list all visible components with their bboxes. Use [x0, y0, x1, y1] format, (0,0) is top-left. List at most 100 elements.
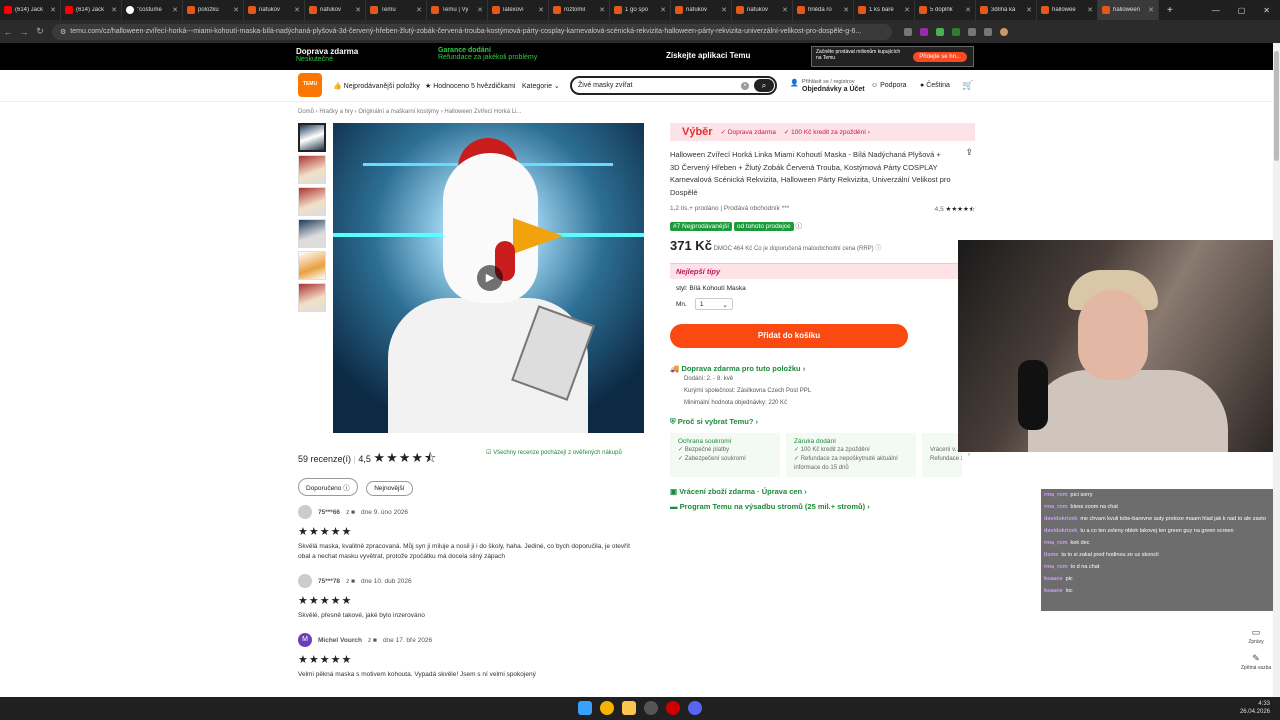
extension-icon[interactable] [904, 27, 912, 36]
extension-icon[interactable] [936, 27, 944, 36]
style-option[interactable]: styl: Bílá Kohoutí Maska [670, 279, 975, 298]
close-tab-icon[interactable]: ✕ [477, 6, 483, 14]
maximize-icon[interactable]: ▢ [1238, 6, 1246, 15]
browser-tab[interactable]: 3dílná ka ✕ [976, 0, 1037, 20]
close-tab-icon[interactable]: ✕ [599, 6, 605, 14]
browser-tab[interactable]: nafukov ✕ [671, 0, 732, 20]
close-window-icon[interactable]: ✕ [1263, 6, 1270, 15]
close-tab-icon[interactable]: ✕ [782, 6, 788, 14]
profile-avatar-icon[interactable] [1000, 27, 1008, 36]
why-temu-link[interactable]: ⛨ Proč si vybrat Temu? › [670, 417, 975, 427]
breadcrumb[interactable]: Domů › Hračky a hry › Originální a maška… [298, 109, 521, 115]
browser-tab[interactable]: (614) Jack ✕ [61, 0, 122, 20]
close-tab-icon[interactable]: ✕ [843, 6, 849, 14]
extension-icon[interactable] [984, 27, 992, 36]
url-field[interactable]: ⚙ temu.com/cz/halloween-zvířecí-horká---… [52, 23, 892, 40]
windows-start-icon[interactable] [578, 701, 592, 715]
extension-icon[interactable] [968, 27, 976, 36]
play-icon[interactable]: ▶ [477, 265, 503, 291]
language-link[interactable]: ● Čeština [920, 82, 950, 89]
browser-tab[interactable]: položku ✕ [183, 0, 244, 20]
thumbnail[interactable] [298, 251, 326, 280]
filter-recommended[interactable]: Doporučeno ⓘ [298, 478, 358, 496]
messages-button[interactable]: ▭ Zprávy [1240, 628, 1272, 646]
share-icon[interactable]: ⇪ [965, 147, 973, 158]
free-returns-link[interactable]: ▣ Vrácení zboží zdarma · Úprava cen › [670, 487, 975, 496]
free-shipping-link[interactable]: 🚚 Doprava zdarma pro tuto položku › [670, 364, 975, 373]
tree-program-link[interactable]: ▬ Program Temu na výsadbu stromů (25 mil… [670, 502, 975, 511]
extension-icon[interactable] [920, 27, 928, 36]
app-icon[interactable] [644, 701, 658, 715]
close-tab-icon[interactable]: ✕ [1026, 6, 1032, 14]
browser-tab[interactable]: (614) Jack ✕ [0, 0, 61, 20]
extension-icon[interactable] [952, 27, 960, 36]
nav-bestsellers[interactable]: 👍 Nejprodávanější položky [333, 82, 420, 90]
forward-icon[interactable]: → [16, 27, 32, 37]
browser-tab[interactable]: hnědá ro ✕ [793, 0, 854, 20]
chrome-icon[interactable] [600, 701, 614, 715]
thumbnail[interactable] [298, 219, 326, 248]
system-clock[interactable]: 4:33 26.04.2026 [1240, 700, 1270, 716]
close-tab-icon[interactable]: ✕ [904, 6, 910, 14]
promo-free-shipping[interactable]: Doprava zdarma Neskutečné [296, 47, 358, 63]
new-tab-icon[interactable]: + [1159, 5, 1181, 16]
search-input[interactable]: Živé masky zvířat [578, 82, 632, 89]
close-tab-icon[interactable]: ✕ [1148, 6, 1154, 14]
browser-tab[interactable]: 5 doplňk ✕ [915, 0, 976, 20]
sold-and-seller[interactable]: 1,2 tis.+ prodáno | Prodává obchodník **… [670, 205, 789, 216]
support-link[interactable]: ☺ Podpora [871, 82, 907, 89]
browser-tab[interactable]: hallowee ✕ [1037, 0, 1098, 20]
reload-icon[interactable]: ↻ [32, 26, 48, 37]
product-rating[interactable]: 4,5 ★★★★⯪ [935, 205, 975, 216]
browser-tab[interactable]: latexoví ✕ [488, 0, 549, 20]
browser-tab[interactable]: halloween ✕ [1098, 0, 1159, 20]
thumbnail[interactable] [298, 155, 326, 184]
close-tab-icon[interactable]: ✕ [721, 6, 727, 14]
clear-search-icon[interactable]: × [741, 81, 749, 90]
browser-tab[interactable]: Temu | Vy ✕ [427, 0, 488, 20]
browser-tab[interactable]: 1 go spo ✕ [610, 0, 671, 20]
promo-app[interactable]: Získejte aplikaci Temu [666, 51, 750, 60]
search-box[interactable]: Živé masky zvířat × ⌕ [570, 76, 777, 95]
close-tab-icon[interactable]: ✕ [538, 6, 544, 14]
browser-tab[interactable]: Temu ✕ [366, 0, 427, 20]
reviews-count[interactable]: 59 recenze(í) [298, 454, 351, 464]
browser-tab[interactable]: "costume ✕ [122, 0, 183, 20]
page-scrollbar[interactable] [1273, 43, 1280, 697]
app-icon[interactable] [666, 701, 680, 715]
search-icon[interactable]: ⌕ [754, 79, 774, 92]
close-tab-icon[interactable]: ✕ [294, 6, 300, 14]
cart-icon[interactable]: 🛒 [962, 80, 973, 91]
back-icon[interactable]: ← [0, 27, 16, 37]
browser-tab[interactable]: nafukov ✕ [305, 0, 366, 20]
file-explorer-icon[interactable] [622, 701, 636, 715]
close-tab-icon[interactable]: ✕ [660, 6, 666, 14]
thumbnail[interactable] [298, 187, 326, 216]
close-tab-icon[interactable]: ✕ [50, 6, 56, 14]
account-link[interactable]: 👤 Přihlásit se / registrov Objednávky a … [790, 78, 865, 94]
promo-sell[interactable]: Začněte prodávat milionům kupujících na … [811, 46, 974, 67]
browser-tab[interactable]: nafukov ✕ [244, 0, 305, 20]
quantity-select[interactable]: 1 ⌄ [694, 298, 733, 310]
minimum-order[interactable]: Minimální hodnota objednávky: 220 Kč [684, 397, 975, 409]
promo-guarantee[interactable]: Garance dodání Refundace za jakékoli pro… [438, 47, 537, 61]
thumbnail[interactable] [298, 283, 326, 312]
close-tab-icon[interactable]: ✕ [416, 6, 422, 14]
browser-tab[interactable]: 1 ks baré ✕ [854, 0, 915, 20]
close-tab-icon[interactable]: ✕ [1087, 6, 1093, 14]
add-to-cart-button[interactable]: Přidat do košíku [670, 324, 908, 348]
discord-icon[interactable] [688, 701, 702, 715]
browser-tab[interactable]: nafukov ✕ [732, 0, 793, 20]
nav-five-star[interactable]: ★ Hodnoceno 5 hvězdičkami [425, 82, 515, 90]
nav-categories[interactable]: Kategorie ⌄ [522, 82, 560, 90]
sell-join-button[interactable]: Přidejte se hn... [913, 52, 967, 62]
close-tab-icon[interactable]: ✕ [111, 6, 117, 14]
browser-tab[interactable]: roztomil ✕ [549, 0, 610, 20]
feedback-button[interactable]: ✎ Zpětná vazba [1240, 654, 1272, 672]
close-tab-icon[interactable]: ✕ [233, 6, 239, 14]
close-tab-icon[interactable]: ✕ [965, 6, 971, 14]
close-tab-icon[interactable]: ✕ [355, 6, 361, 14]
minimize-icon[interactable]: — [1212, 6, 1220, 15]
site-info-icon[interactable]: ⚙ [60, 28, 66, 36]
temu-logo[interactable]: TEMU [298, 73, 322, 97]
